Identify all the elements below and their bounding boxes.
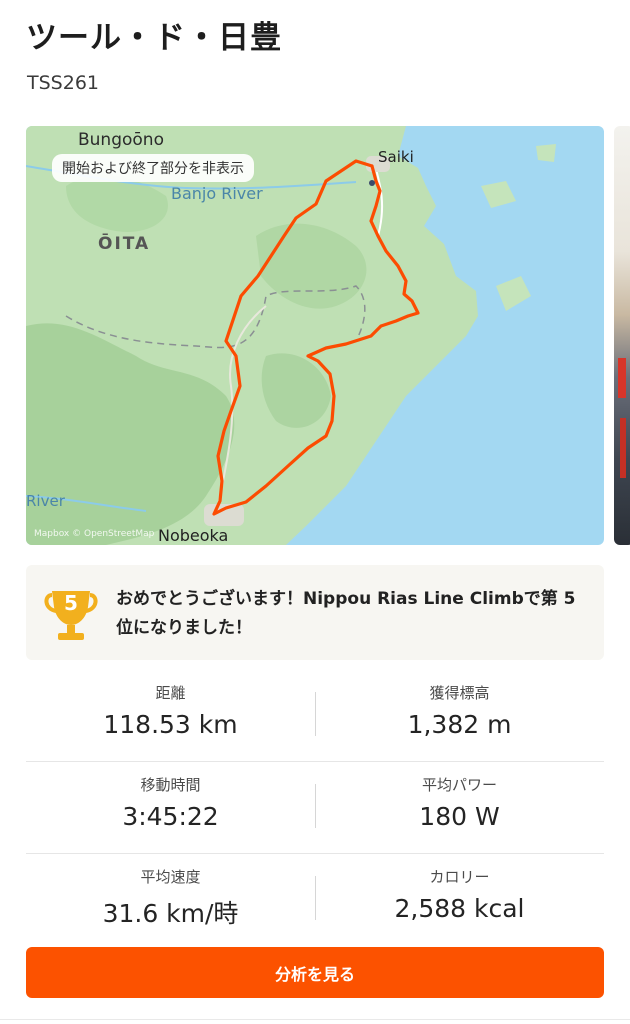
stat-label: 平均速度 [140,868,201,886]
map-canvas [26,126,556,545]
stats-row: 平均速度 31.6 km/時 カロリー 2,588 kcal [26,854,604,945]
achievement-card[interactable]: 5 おめでとうございます！Nippou Rias Line Climbで第 5 … [26,565,604,660]
stat-value: 1,382 m [407,710,512,739]
stat-label: 平均パワー [421,776,497,794]
stat-calories: カロリー 2,588 kcal [315,854,604,945]
next-photo-thumbnail[interactable] [614,126,630,545]
stat-moving-time: 移動時間 3:45:22 [26,762,315,853]
divider [0,1019,630,1020]
activity-subtitle: TSS261 [27,72,99,94]
stat-avg-power: 平均パワー 180 W [315,762,604,853]
route-end-marker [369,180,375,186]
stat-label: カロリー [429,868,490,886]
stat-label: 距離 [155,684,186,702]
stat-value: 3:45:22 [122,802,219,831]
island [481,181,516,208]
stats-row: 距離 118.53 km 獲得標高 1,382 m [26,670,604,762]
stat-value: 180 W [419,802,500,831]
stat-value: 2,588 kcal [394,894,525,923]
route-map[interactable]: 開始および終了部分を非表示 Bungoōno Banjo River ŌITA … [26,126,604,545]
stat-elevation: 獲得標高 1,382 m [315,670,604,761]
achievement-text: おめでとうございます！Nippou Rias Line Climbで第 5 位に… [116,589,576,638]
stat-distance: 距離 118.53 km [26,670,315,761]
map-label-bungoono: Bungoōno [78,130,164,150]
stats-grid: 距離 118.53 km 獲得標高 1,382 m 移動時間 3:45:22 平… [26,670,604,945]
map-attribution[interactable]: Mapbox © OpenStreetMap [34,529,154,539]
island [536,144,556,162]
stat-value: 118.53 km [103,710,238,739]
map-label-banjo-river: Banjo River [171,184,263,203]
map-label-saiki: Saiki [378,148,414,166]
stat-label: 移動時間 [140,776,201,794]
achievement-rank: 5 [64,591,78,615]
stat-avg-speed: 平均速度 31.6 km/時 [26,854,315,945]
stats-row: 移動時間 3:45:22 平均パワー 180 W [26,762,604,854]
activity-title: ツール・ド・日豊 [26,20,282,56]
island [496,276,531,311]
hidden-sections-badge: 開始および終了部分を非表示 [52,154,254,182]
stat-label: 獲得標高 [429,684,490,702]
map-label-nobeoka: Nobeoka [158,526,229,545]
map-label-river: River [26,492,65,510]
map-label-oita: ŌITA [98,234,151,254]
view-analysis-button[interactable]: 分析を見る [26,947,604,998]
stat-value: 31.6 km/時 [102,899,239,928]
